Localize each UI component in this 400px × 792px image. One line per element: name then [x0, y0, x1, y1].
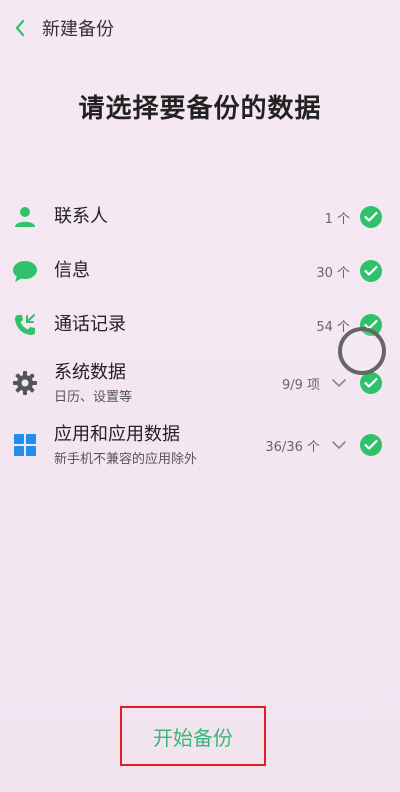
item-label: 系统数据 — [54, 361, 126, 383]
list-item-messages[interactable]: 信息 30 个 — [0, 244, 400, 298]
item-count: 30 个 — [316, 265, 350, 281]
headline: 请选择要备份的数据 — [78, 94, 322, 124]
backup-item-list: 联系人 1 个 信息 30 个 通话记录 54 个 系统数据 日历、设置等 9/… — [0, 190, 400, 476]
item-label: 应用和应用数据 — [54, 423, 180, 445]
checkbox-contacts[interactable] — [360, 206, 382, 228]
checkbox-apps-data[interactable] — [360, 434, 382, 456]
back-button[interactable] — [8, 16, 32, 40]
list-item-apps-data[interactable]: 应用和应用数据 新手机不兼容的应用除外 36/36 个 — [0, 414, 400, 476]
message-icon — [12, 258, 38, 284]
gear-icon — [12, 370, 38, 396]
checkbox-system-data[interactable] — [360, 372, 382, 394]
start-backup-button[interactable]: 开始备份 — [120, 706, 266, 766]
check-icon — [364, 211, 378, 222]
chevron-down-icon[interactable] — [330, 377, 348, 389]
check-icon — [364, 265, 378, 276]
item-label: 信息 — [54, 260, 90, 281]
item-label: 通话记录 — [54, 314, 126, 335]
list-item-contacts[interactable]: 联系人 1 个 — [0, 190, 400, 244]
item-count: 54 个 — [316, 319, 350, 335]
check-icon — [364, 439, 378, 450]
checkbox-messages[interactable] — [360, 260, 382, 282]
item-count: 36/36 个 — [265, 439, 320, 455]
item-count: 9/9 项 — [281, 377, 320, 393]
backup-screen: 新建备份 请选择要备份的数据 联系人 1 个 信息 30 个 通话记录 54 个… — [0, 0, 400, 792]
page-title: 新建备份 — [42, 19, 114, 40]
top-bar: 新建备份 — [0, 0, 400, 56]
chevron-down-icon[interactable] — [330, 439, 348, 451]
phone-icon — [12, 312, 38, 338]
item-subtitle: 新手机不兼容的应用除外 — [54, 451, 198, 467]
person-icon — [12, 204, 38, 230]
check-icon — [364, 377, 378, 388]
item-count: 1 个 — [324, 211, 350, 227]
touch-indicator — [338, 327, 386, 375]
apps-grid-icon — [12, 432, 38, 458]
item-subtitle: 日历、设置等 — [54, 389, 133, 405]
chevron-left-icon — [15, 19, 25, 37]
item-label: 联系人 — [54, 206, 108, 227]
